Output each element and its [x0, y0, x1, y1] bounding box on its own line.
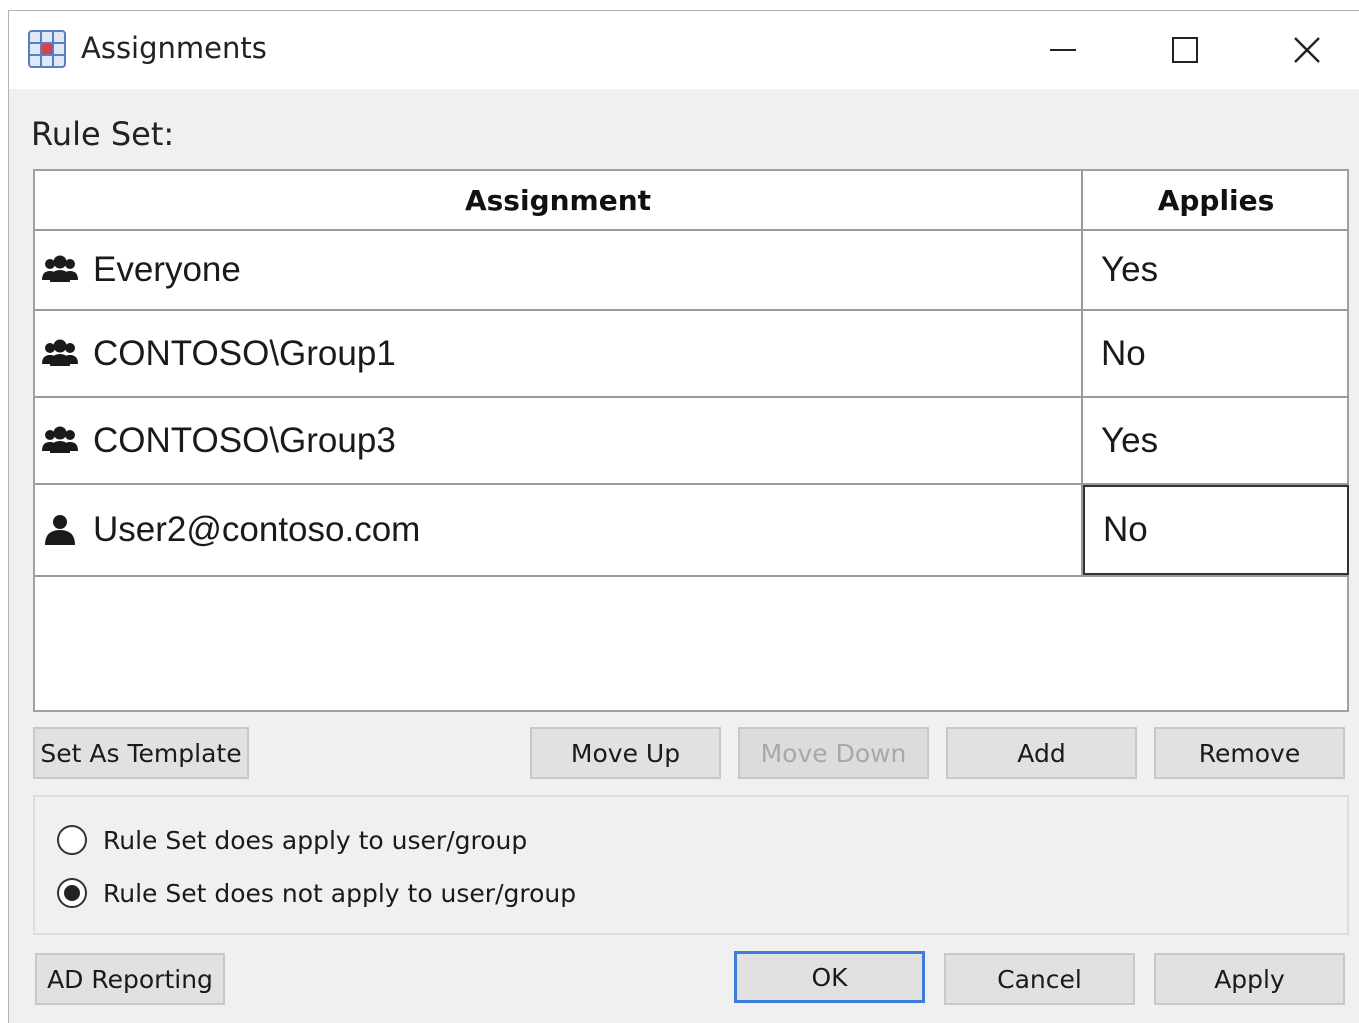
assignments-table: Assignment Applies Everyone Yes CONTOSO\… [33, 169, 1349, 712]
assignment-name: Everyone [93, 250, 241, 289]
column-header-assignment[interactable]: Assignment [35, 171, 1083, 231]
applies-cell-selected[interactable]: No [1083, 485, 1349, 575]
table-row[interactable]: Everyone Yes [35, 231, 1349, 311]
maximize-button[interactable] [1155, 25, 1215, 75]
assignments-window: Assignments Rule Set: Assignment Applies [8, 10, 1359, 1023]
assignment-name: User2@contoso.com [93, 510, 421, 549]
ok-button[interactable]: OK [734, 951, 925, 1003]
column-header-applies[interactable]: Applies [1083, 171, 1349, 231]
grid-icon [28, 30, 66, 68]
apply-button[interactable]: Apply [1154, 953, 1345, 1005]
radio-dot [64, 885, 80, 901]
table-row[interactable]: CONTOSO\Group1 No [35, 311, 1349, 398]
close-icon [1294, 37, 1320, 63]
move-up-button[interactable]: Move Up [530, 727, 721, 779]
minimize-icon [1050, 49, 1076, 51]
applies-radio-group: Rule Set does apply to user/group Rule S… [33, 795, 1349, 935]
applies-cell[interactable]: No [1083, 311, 1349, 396]
title-bar: Assignments [9, 11, 1359, 89]
assignment-cell[interactable]: Everyone [35, 231, 1083, 309]
user-icon [45, 515, 75, 545]
move-down-button[interactable]: Move Down [738, 727, 929, 779]
group-icon [42, 255, 78, 282]
table-row[interactable]: CONTOSO\Group3 Yes [35, 398, 1349, 485]
remove-button[interactable]: Remove [1154, 727, 1345, 779]
applies-cell[interactable]: Yes [1083, 231, 1349, 309]
assignment-name: CONTOSO\Group1 [93, 333, 396, 373]
assignment-cell[interactable]: CONTOSO\Group3 [35, 398, 1083, 483]
add-button[interactable]: Add [946, 727, 1137, 779]
cancel-button[interactable]: Cancel [944, 953, 1135, 1005]
close-button[interactable] [1277, 25, 1337, 75]
assignment-cell[interactable]: CONTOSO\Group1 [35, 311, 1083, 396]
assignment-cell[interactable]: User2@contoso.com [35, 485, 1083, 575]
rule-set-label: Rule Set: [31, 115, 175, 153]
window-title: Assignments [81, 31, 267, 65]
minimize-button[interactable] [1033, 25, 1093, 75]
group-icon [42, 426, 78, 453]
assignment-name: CONTOSO\Group3 [93, 420, 396, 460]
radio-option-does-not-apply[interactable]: Rule Set does not apply to user/group [57, 878, 576, 908]
applies-cell[interactable]: Yes [1083, 398, 1349, 483]
set-as-template-button[interactable]: Set As Template [33, 727, 249, 779]
group-icon [42, 339, 78, 366]
radio-button-checked[interactable] [57, 878, 87, 908]
radio-button-unchecked[interactable] [57, 825, 87, 855]
ad-reporting-button[interactable]: AD Reporting [35, 953, 225, 1005]
radio-label: Rule Set does not apply to user/group [103, 878, 577, 908]
maximize-icon [1172, 37, 1198, 63]
radio-label: Rule Set does apply to user/group [103, 825, 528, 855]
radio-option-does-apply[interactable]: Rule Set does apply to user/group [57, 825, 527, 855]
table-row[interactable]: User2@contoso.com No [35, 485, 1349, 577]
